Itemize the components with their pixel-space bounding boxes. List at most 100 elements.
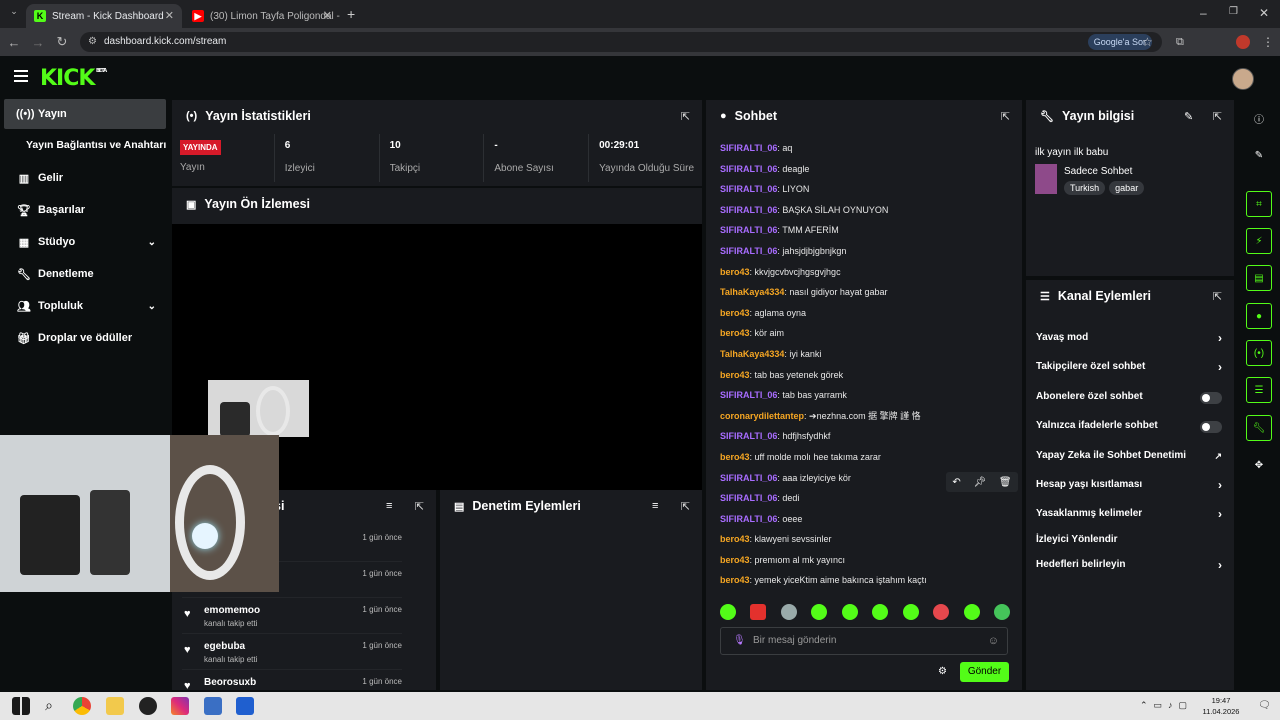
- emote-icon[interactable]: [720, 604, 736, 620]
- action-account-age[interactable]: Hesap yaşı kısıtlaması ›: [1036, 472, 1222, 498]
- popout-icon[interactable]: ⇱: [681, 110, 690, 123]
- maximize-window-icon[interactable]: ❐: [1229, 6, 1238, 17]
- tab-list-button[interactable]: ⌄: [6, 6, 22, 22]
- chat-username[interactable]: coronarydilettantep: [720, 411, 804, 421]
- reload-icon[interactable]: ↻: [50, 34, 74, 50]
- chat-username[interactable]: bero43: [720, 328, 750, 338]
- chat-message[interactable]: bero43: premıom al mk yayıncı: [720, 550, 1010, 571]
- pin-icon[interactable]: 📌︎: [973, 477, 986, 488]
- chat-message[interactable]: bero43: klawyeni sevssinler: [720, 529, 1010, 550]
- info-icon[interactable]: ⓘ: [1246, 105, 1272, 131]
- bookmark-star-icon[interactable]: ☆: [1142, 35, 1153, 49]
- chat-message[interactable]: bero43: kkvjgcvbvcjhgsgvjhgc: [720, 262, 1010, 283]
- follower-name[interactable]: Beorosuxb: [204, 677, 256, 688]
- chat-username[interactable]: bero43: [720, 370, 750, 380]
- chat-message[interactable]: bero43: tab bas yetenek görek: [720, 365, 1010, 386]
- action-host[interactable]: İzleyici Yönlendir: [1036, 527, 1222, 553]
- filter-icon[interactable]: ≡: [386, 500, 392, 512]
- chat-message[interactable]: bero43: uff molde molı hee takıma zarar: [720, 447, 1010, 468]
- sidebar-item-studyo[interactable]: ▦ Stüdyo ⌄: [4, 227, 166, 257]
- sidebar-item-yayin[interactable]: ((•)) Yayın: [4, 99, 166, 129]
- chat-username[interactable]: SIFIRALTI_06: [720, 493, 777, 503]
- chat-username[interactable]: SIFIRALTI_06: [720, 390, 777, 400]
- chat-username[interactable]: TalhaKaya4334: [720, 287, 784, 297]
- file-explorer-icon[interactable]: [106, 697, 124, 715]
- menu-icon[interactable]: [14, 70, 28, 82]
- sidebar-item-basarilar[interactable]: 🏆︎ Başarılar: [4, 195, 166, 225]
- sidebar-item-stream-key[interactable]: Yayın Bağlantısı ve Anahtarı: [4, 130, 166, 160]
- chat-message[interactable]: bero43: yemek yiceKtim aime bakınca işta…: [720, 570, 1010, 591]
- close-tab-icon[interactable]: ✕: [323, 9, 332, 22]
- chat-username[interactable]: SIFIRALTI_06: [720, 514, 777, 524]
- delete-icon[interactable]: 🗑︎: [999, 477, 1012, 488]
- popout-icon[interactable]: ⇱: [1001, 110, 1010, 123]
- action-goals[interactable]: Hedefleri belirleyin ›: [1036, 552, 1222, 578]
- minimize-window-icon[interactable]: –: [1200, 6, 1207, 20]
- chat-message[interactable]: SIFIRALTI_06: jahsjdjbjgbnjkgn: [720, 241, 1010, 262]
- chat-message[interactable]: SIFIRALTI_06: TMM AFERİM: [720, 220, 1010, 241]
- emote-icon[interactable]: [780, 604, 797, 620]
- chat-username[interactable]: SIFIRALTI_06: [720, 143, 777, 153]
- notification-icon[interactable]: 🗨︎: [1258, 700, 1271, 711]
- action-slow-mode[interactable]: Yavaş mod ›: [1036, 325, 1222, 351]
- chat-message[interactable]: SIFIRALTI_06: aq: [720, 138, 1010, 159]
- wrench-icon[interactable]: 🔧︎: [1246, 415, 1272, 441]
- emote-icon[interactable]: [841, 604, 858, 620]
- chat-username[interactable]: SIFIRALTI_06: [720, 246, 777, 256]
- chat-message[interactable]: coronarydilettantep: ➔nezhna.com 据 擎牌 謹 …: [720, 406, 1010, 427]
- kick-logo[interactable]: KICK BETA: [40, 66, 107, 91]
- chat-username[interactable]: SIFIRALTI_06: [720, 184, 777, 194]
- chat-message[interactable]: SIFIRALTI_06: deagle: [720, 159, 1010, 180]
- chat-username[interactable]: bero43: [720, 452, 750, 462]
- action-followers-only[interactable]: Takipçilere özel sohbet ›: [1036, 354, 1222, 380]
- emote-icon[interactable]: [811, 604, 828, 620]
- close-window-icon[interactable]: ✕: [1259, 6, 1269, 20]
- chat-bubble-icon[interactable]: ●: [1246, 303, 1272, 329]
- popout-icon[interactable]: ⇱: [681, 500, 690, 513]
- sidebar-item-droplar[interactable]: 🎁︎ Droplar ve ödüller: [4, 323, 166, 353]
- search-icon[interactable]: ⌕: [40, 697, 58, 715]
- clock[interactable]: 19:47 11.04.2026: [1198, 695, 1244, 717]
- windows-start-icon[interactable]: [12, 697, 30, 715]
- action-banned-words[interactable]: Yasaklanmış kelimeler ›: [1036, 501, 1222, 527]
- sidebar-item-topluluk[interactable]: 👥︎ Topluluk ⌄: [4, 291, 166, 321]
- emote-icon[interactable]: [872, 604, 889, 620]
- chat-settings-icon[interactable]: ⚙: [938, 666, 947, 677]
- site-info-icon[interactable]: ⚙: [88, 32, 97, 52]
- chat-username[interactable]: TalhaKaya4334: [720, 349, 784, 359]
- chat-message[interactable]: SIFIRALTI_06: hdfjhsfydhkf: [720, 426, 1010, 447]
- popout-icon[interactable]: ⇱: [415, 500, 424, 513]
- app-icon[interactable]: [236, 697, 254, 715]
- emote-icon[interactable]: [933, 604, 950, 620]
- emote-icon[interactable]: [963, 604, 980, 620]
- popout-icon[interactable]: ⇱: [1213, 110, 1222, 123]
- capture-icon[interactable]: ⌗: [1246, 191, 1272, 217]
- sidebar-item-gelir[interactable]: ▥ Gelir: [4, 163, 166, 193]
- close-tab-icon[interactable]: ✕: [165, 9, 174, 22]
- follower-name[interactable]: emomemoo: [204, 605, 260, 616]
- chat-message-input[interactable]: 🎙︎ Bir mesaj gönderin ☺: [720, 627, 1008, 655]
- edit-icon[interactable]: ✎: [1246, 142, 1272, 168]
- chat-message[interactable]: TalhaKaya4334: iyi kanki: [720, 344, 1010, 365]
- browser-menu-icon[interactable]: ⋮: [1262, 35, 1274, 49]
- app-icon[interactable]: [204, 697, 222, 715]
- emoji-icon[interactable]: ☺: [988, 628, 999, 654]
- lightning-icon[interactable]: ⚡︎: [1246, 228, 1272, 254]
- chat-username[interactable]: bero43: [720, 575, 750, 585]
- chat-username[interactable]: SIFIRALTI_06: [720, 205, 777, 215]
- chat-message[interactable]: bero43: aglama oyna: [720, 303, 1010, 324]
- chat-username[interactable]: SIFIRALTI_06: [720, 473, 777, 483]
- extensions-icon[interactable]: ⧉: [1176, 36, 1184, 49]
- filter-icon[interactable]: ≡: [652, 500, 658, 512]
- follower-name[interactable]: egebuba: [204, 641, 245, 652]
- add-widget-icon[interactable]: ✥: [1246, 452, 1272, 478]
- chat-username[interactable]: bero43: [720, 534, 750, 544]
- instagram-icon[interactable]: [171, 697, 189, 715]
- forward-icon[interactable]: →: [26, 35, 50, 50]
- chrome-icon[interactable]: [73, 697, 91, 715]
- user-avatar[interactable]: [1232, 68, 1254, 90]
- browser-tab-youtube[interactable]: ▶ (30) Limon Tayfa Poligondal - Y ✕: [184, 4, 340, 28]
- emote-icon[interactable]: [993, 604, 1010, 620]
- emote-icon[interactable]: [750, 604, 767, 620]
- chat-message[interactable]: bero43: kör aim: [720, 323, 1010, 344]
